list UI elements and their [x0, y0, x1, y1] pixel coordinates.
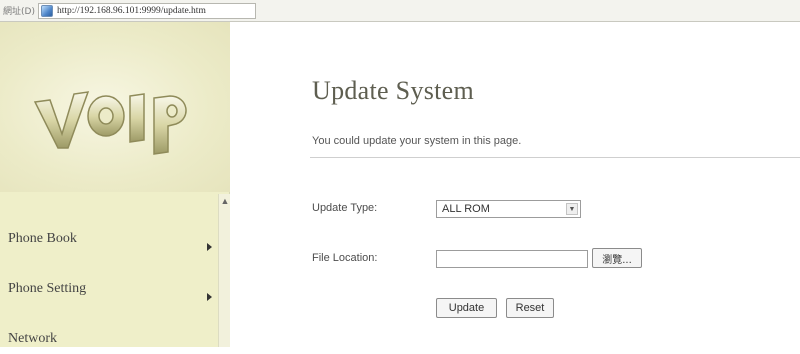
file-location-label: File Location:	[312, 252, 378, 264]
address-url[interactable]: http://192.168.96.101:9999/update.htm	[57, 6, 206, 16]
chevron-down-icon[interactable]: ▼	[566, 203, 578, 215]
divider	[310, 157, 800, 158]
page-subtitle: You could update your system in this pag…	[312, 135, 522, 147]
reset-button[interactable]: Reset	[506, 298, 554, 318]
sidebar-item-phone-setting[interactable]: Phone Setting	[0, 254, 218, 304]
browse-button[interactable]: 瀏覽...	[592, 248, 642, 268]
update-type-select[interactable]: ALL ROM ▼	[436, 200, 581, 218]
page-title: Update System	[312, 76, 475, 105]
scroll-up-icon[interactable]: ▲	[220, 196, 230, 206]
address-bar: 網址(D) http://192.168.96.101:9999/update.…	[0, 0, 800, 22]
update-button[interactable]: Update	[436, 298, 497, 318]
voip-logo	[33, 91, 187, 155]
sidebar-scrollbar[interactable]: ▲	[218, 194, 230, 347]
sidebar-item-label: Phone Setting	[8, 281, 87, 296]
sidebar-menu: Phone Book Phone Setting Network	[0, 204, 218, 354]
page-icon	[41, 5, 53, 17]
left-navigation-frame: ▲ Phone Book Phone Setting Network	[0, 22, 230, 347]
address-label: 網址(D)	[3, 7, 35, 17]
sidebar-item-label: Phone Book	[8, 231, 77, 246]
chevron-right-icon	[207, 243, 212, 251]
file-location-input[interactable]	[436, 250, 588, 268]
sidebar-item-phone-book[interactable]: Phone Book	[0, 204, 218, 254]
chevron-right-icon	[207, 293, 212, 301]
main-content: Update System You could update your syst…	[230, 22, 800, 347]
address-field[interactable]: http://192.168.96.101:9999/update.htm	[38, 3, 256, 19]
logo-area	[0, 22, 230, 192]
sidebar-item-label: Network	[8, 331, 57, 346]
update-type-value: ALL ROM	[442, 203, 490, 215]
update-type-label: Update Type:	[312, 202, 378, 214]
